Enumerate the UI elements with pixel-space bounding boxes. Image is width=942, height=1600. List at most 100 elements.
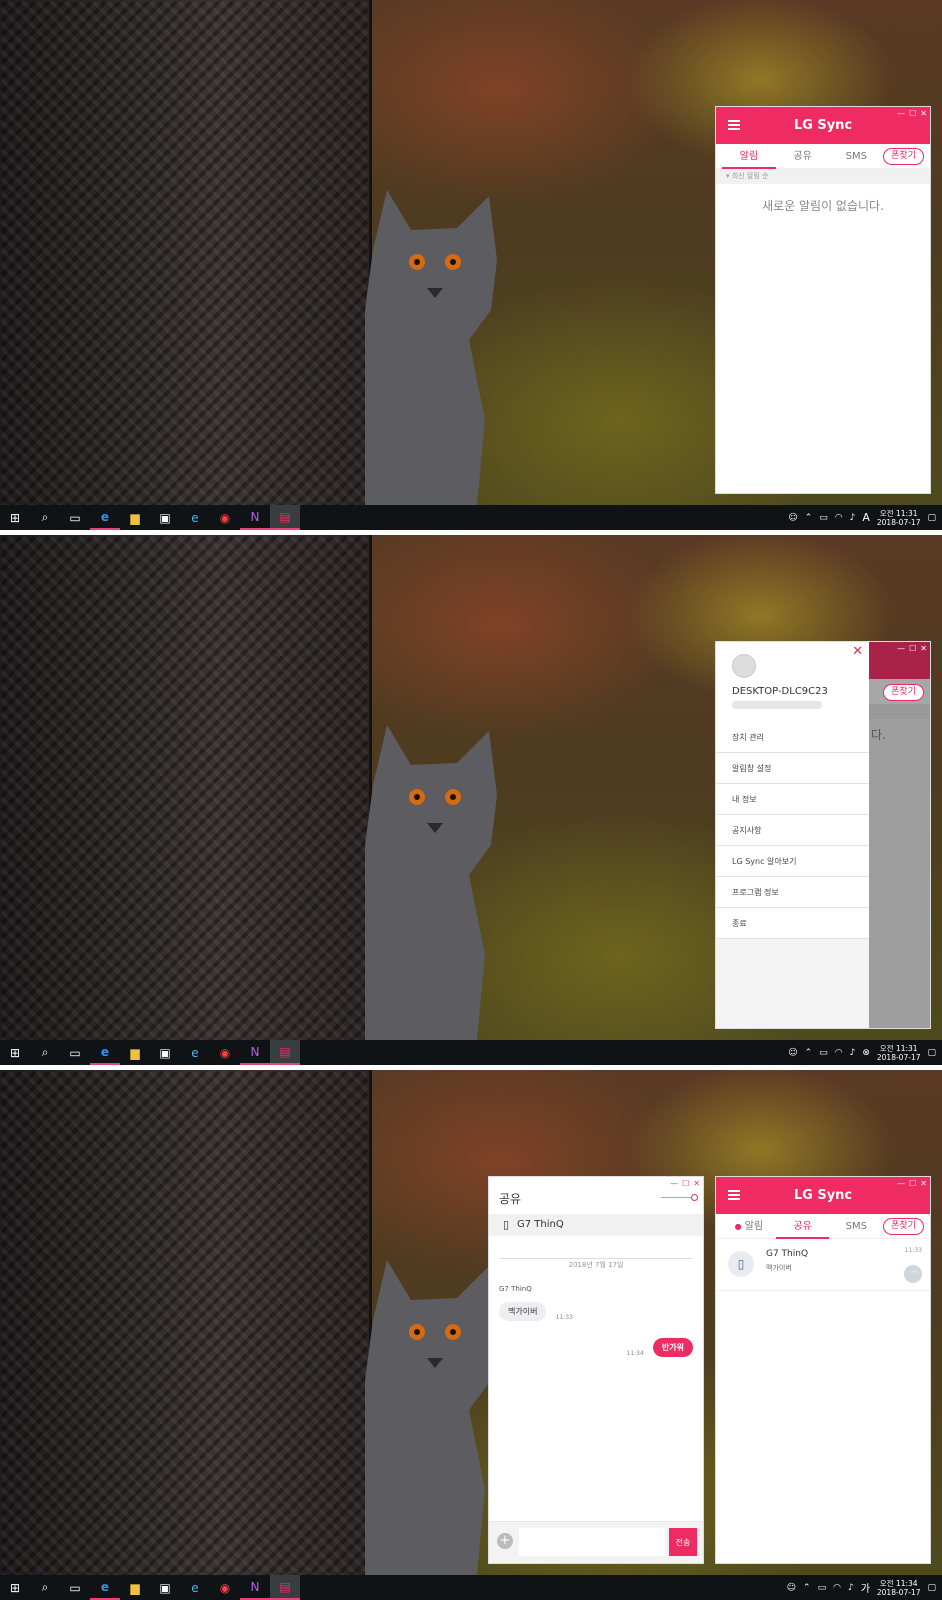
menu-my-info[interactable]: 내 정보 <box>716 784 869 815</box>
hamburger-menu-icon[interactable] <box>728 1190 740 1200</box>
share-list-item[interactable]: ▯ G7 ThinQ 맥가이버 11:33 ··· <box>716 1239 930 1291</box>
close-icon[interactable]: ✕ <box>693 1179 700 1188</box>
notification-icon[interactable]: ▢ <box>927 513 936 523</box>
chevron-up-icon[interactable]: ⌃ <box>803 1583 811 1593</box>
people-icon[interactable]: ☺ <box>787 1583 796 1593</box>
tab-alerts[interactable]: 알림 <box>722 144 776 169</box>
ie-icon[interactable]: e <box>180 505 210 530</box>
more-options-icon[interactable]: ··· <box>904 1265 922 1283</box>
slider-handle[interactable] <box>691 1194 698 1201</box>
wifi-icon[interactable]: ◠ <box>835 513 843 523</box>
maximize-icon[interactable]: ☐ <box>909 644 916 653</box>
start-icon[interactable]: ⊞ <box>0 1040 30 1065</box>
attach-plus-icon[interactable]: + <box>497 1533 513 1549</box>
tab-alerts[interactable]: ● 알림 <box>722 1214 776 1239</box>
onenote-icon[interactable]: N <box>240 1040 270 1065</box>
file-explorer-icon[interactable]: ▆ <box>120 505 150 530</box>
lg-sync-taskbar-icon[interactable]: ▤ <box>270 1040 300 1065</box>
task-view-icon[interactable]: ▭ <box>60 1040 90 1065</box>
people-icon[interactable]: ☺ <box>788 1048 797 1058</box>
edge-icon[interactable]: e <box>90 1575 120 1600</box>
drawer-close-icon[interactable]: ✕ <box>852 644 863 659</box>
wifi-icon[interactable]: ◠ <box>835 1048 843 1058</box>
tab-alerts-label: 알림 <box>744 1220 764 1232</box>
menu-program-info[interactable]: 프로그램 정보 <box>716 877 869 908</box>
people-icon[interactable]: ☺ <box>788 513 797 523</box>
lg-sync-taskbar-icon[interactable]: ▤ <box>270 1575 300 1600</box>
incoming-message[interactable]: 맥가이버 11:33 <box>499 1299 573 1321</box>
start-icon[interactable]: ⊞ <box>0 1575 30 1600</box>
ime-indicator[interactable]: A <box>862 511 870 524</box>
volume-icon[interactable]: ♪ <box>848 1583 854 1593</box>
chevron-up-icon[interactable]: ⌃ <box>805 513 813 523</box>
tab-share[interactable]: 공유 <box>776 144 830 169</box>
close-icon[interactable]: ✕ <box>920 1179 927 1188</box>
menu-device-management[interactable]: 장치 관리 <box>716 722 869 753</box>
message-input[interactable] <box>519 1528 665 1556</box>
search-icon[interactable]: ⌕ <box>30 505 60 530</box>
tab-sms[interactable]: SMS <box>829 1214 883 1239</box>
battery-icon[interactable]: ▭ <box>819 513 828 523</box>
task-view-icon[interactable]: ▭ <box>60 505 90 530</box>
outgoing-message[interactable]: 11:34 반가워 <box>627 1335 693 1357</box>
sort-dropdown[interactable]: ▾ 최신 알림 순 <box>716 169 930 184</box>
search-icon[interactable]: ⌕ <box>30 1575 60 1600</box>
store-icon[interactable]: ▣ <box>150 1575 180 1600</box>
clock[interactable]: 오전 11:31 2018-07-17 <box>877 1044 921 1062</box>
onenote-icon[interactable]: N <box>240 1575 270 1600</box>
ie-icon[interactable]: e <box>180 1575 210 1600</box>
chat-device-name: G7 ThinQ <box>517 1219 564 1230</box>
notification-icon[interactable]: ▢ <box>927 1048 936 1058</box>
app-red-icon[interactable]: ◉ <box>210 1575 240 1600</box>
file-explorer-icon[interactable]: ▆ <box>120 1575 150 1600</box>
app-red-icon[interactable]: ◉ <box>210 1040 240 1065</box>
hamburger-menu-icon[interactable] <box>728 120 740 130</box>
chat-device-bar: ▯ G7 ThinQ <box>489 1214 703 1236</box>
edge-icon[interactable]: e <box>90 505 120 530</box>
menu-exit[interactable]: 종료 <box>716 908 869 939</box>
wifi-icon[interactable]: ◠ <box>833 1583 841 1593</box>
clock[interactable]: 오전 11:31 2018-07-17 <box>877 509 921 527</box>
chevron-up-icon[interactable]: ⌃ <box>805 1048 813 1058</box>
minimize-icon[interactable]: — <box>897 644 905 653</box>
chat-slider[interactable] <box>661 1194 698 1201</box>
minimize-icon[interactable]: — <box>897 1179 905 1188</box>
store-icon[interactable]: ▣ <box>150 505 180 530</box>
volume-icon[interactable]: ♪ <box>850 513 856 523</box>
tab-sms[interactable]: SMS <box>829 144 883 169</box>
menu-about-lg-sync[interactable]: LG Sync 알아보기 <box>716 846 869 877</box>
menu-notification-settings[interactable]: 알림창 설정 <box>716 753 869 784</box>
onenote-icon[interactable]: N <box>240 505 270 530</box>
volume-icon[interactable]: ♪ <box>850 1048 856 1058</box>
battery-icon[interactable]: ▭ <box>819 1048 828 1058</box>
minimize-icon[interactable]: — <box>897 109 905 118</box>
maximize-icon[interactable]: ☐ <box>909 109 916 118</box>
store-icon[interactable]: ▣ <box>150 1040 180 1065</box>
close-icon[interactable]: ✕ <box>920 644 927 653</box>
maximize-icon[interactable]: ☐ <box>682 1179 689 1188</box>
ie-icon[interactable]: e <box>180 1040 210 1065</box>
close-icon[interactable]: ✕ <box>920 109 927 118</box>
minimize-icon[interactable]: — <box>670 1179 678 1188</box>
task-view-icon[interactable]: ▭ <box>60 1575 90 1600</box>
menu-notices[interactable]: 공지사항 <box>716 815 869 846</box>
ime-indicator[interactable]: 가 <box>861 1580 870 1595</box>
find-phone-button[interactable]: 폰찾기 <box>883 147 924 165</box>
clock[interactable]: 오전 11:34 2018-07-17 <box>877 1579 921 1597</box>
notification-icon[interactable]: ▢ <box>927 1583 936 1593</box>
search-icon[interactable]: ⌕ <box>30 1040 60 1065</box>
lg-sync-taskbar-icon[interactable]: ▤ <box>270 505 300 530</box>
file-explorer-icon[interactable]: ▆ <box>120 1040 150 1065</box>
send-button[interactable]: 전송 <box>669 1528 697 1556</box>
lg-sync-header: LG Sync — ☐ ✕ <box>716 1177 930 1214</box>
ime-off-icon[interactable]: ⊗ <box>862 1048 870 1058</box>
share-time: 11:33 <box>904 1247 922 1254</box>
find-phone-button[interactable]: 폰찾기 <box>883 1217 924 1235</box>
tab-share[interactable]: 공유 <box>775 1214 830 1239</box>
app-red-icon[interactable]: ◉ <box>210 505 240 530</box>
edge-icon[interactable]: e <box>90 1040 120 1065</box>
battery-icon[interactable]: ▭ <box>818 1583 827 1593</box>
find-phone-button[interactable]: 폰찾기 <box>883 684 924 701</box>
maximize-icon[interactable]: ☐ <box>909 1179 916 1188</box>
start-icon[interactable]: ⊞ <box>0 505 30 530</box>
